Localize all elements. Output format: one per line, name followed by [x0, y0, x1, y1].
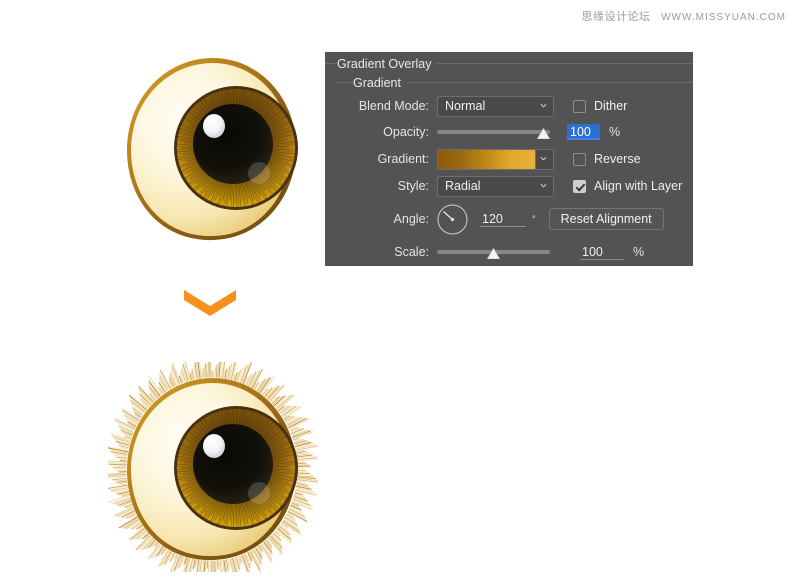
reset-alignment-button[interactable]: Reset Alignment — [548, 208, 664, 230]
chevron-down-icon — [540, 102, 547, 109]
panel-title: Gradient Overlay — [337, 57, 438, 71]
reset-alignment-label: Reset Alignment — [560, 212, 652, 226]
dither-checkbox-group[interactable]: Dither — [573, 99, 627, 113]
align-with-layer-checkbox-group[interactable]: Align with Layer — [573, 179, 682, 193]
dither-label: Dither — [594, 99, 628, 113]
down-arrow-icon — [182, 286, 238, 318]
panel-subtitle: Gradient — [353, 76, 407, 90]
gradient-label: Gradient: — [377, 152, 429, 166]
row-style: Style: Radial Align with Layer — [325, 172, 693, 200]
scale-slider-thumb[interactable] — [486, 246, 501, 259]
angle-unit: ° — [532, 214, 536, 224]
chevron-down-icon — [540, 155, 547, 162]
style-value: Radial — [445, 179, 481, 193]
opacity-slider-track — [437, 130, 550, 134]
watermark-url: WWW.MISSYUAN.COM — [661, 12, 786, 23]
blend-mode-label: Blend Mode: — [358, 99, 429, 113]
row-blend-mode: Blend Mode: Normal Dither — [325, 92, 693, 120]
reverse-checkbox-group[interactable]: Reverse — [573, 152, 641, 166]
blend-mode-value: Normal — [445, 99, 486, 113]
opacity-label: Opacity: — [383, 125, 429, 139]
opacity-unit: % — [609, 125, 621, 139]
opacity-slider-thumb[interactable] — [536, 126, 551, 139]
row-gradient: Gradient: Reverse — [325, 145, 693, 173]
angle-dial[interactable] — [437, 204, 468, 235]
style-label: Style: — [397, 179, 429, 193]
gradient-picker-button[interactable] — [535, 149, 553, 169]
row-angle: Angle: 120 ° Reset Alignment — [325, 202, 693, 236]
blend-mode-select[interactable]: Normal — [437, 95, 554, 117]
reverse-checkbox[interactable] — [573, 152, 586, 166]
gradient-swatch-control[interactable] — [437, 148, 554, 170]
gradient-swatch[interactable] — [438, 149, 535, 169]
angle-value-input[interactable]: 120 — [480, 211, 526, 227]
opacity-slider[interactable] — [437, 122, 551, 143]
watermark-text: 思缘设计论坛 — [581, 11, 651, 23]
eye-illustration-bottom — [103, 355, 320, 581]
chevron-down-icon — [540, 182, 547, 189]
scale-label: Scale: — [394, 245, 429, 259]
dither-checkbox[interactable] — [573, 99, 586, 113]
opacity-value-input[interactable]: 100 — [567, 124, 600, 140]
angle-label: Angle: — [393, 212, 429, 226]
watermark: 思缘设计论坛 WWW.MISSYUAN.COM — [582, 8, 786, 24]
eye-illustration-top — [118, 52, 308, 252]
row-scale: Scale: 100 % — [325, 238, 693, 266]
scale-value-input[interactable]: 100 — [580, 244, 624, 260]
gradient-overlay-panel: Gradient Overlay Gradient Blend Mode: No… — [325, 52, 693, 266]
scale-slider[interactable] — [437, 242, 550, 263]
scale-unit: % — [633, 245, 645, 259]
row-opacity: Opacity: 100 % — [325, 118, 693, 146]
align-with-layer-label: Align with Layer — [594, 179, 683, 193]
style-select[interactable]: Radial — [437, 175, 554, 197]
align-with-layer-checkbox[interactable] — [573, 179, 586, 193]
reverse-label: Reverse — [594, 152, 641, 166]
